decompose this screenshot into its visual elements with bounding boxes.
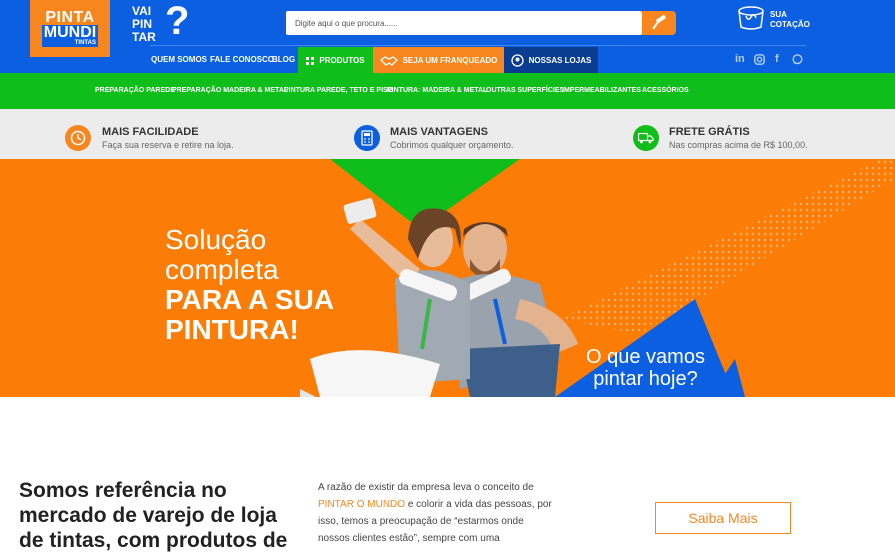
category-item[interactable]: PREPARAÇÃO PAREDE xyxy=(95,87,175,94)
nav-lojas-label: NOSSAS LOJAS xyxy=(528,56,592,65)
nav-blog[interactable]: BLOG xyxy=(272,55,295,64)
truck-icon xyxy=(633,125,659,151)
feature-title: MAIS VANTAGENS xyxy=(390,126,488,138)
feature-subtitle: Cobrimos qualquer orçamento. xyxy=(390,140,514,150)
quote-link[interactable]: SUA COTAÇÃO xyxy=(737,5,817,35)
about-text-start: A razão de existir da empresa leva o con… xyxy=(318,482,534,493)
category-item[interactable]: PINTURA PAREDE, TETO E PISO xyxy=(284,87,393,94)
saiba-mais-button[interactable]: Saiba Mais xyxy=(655,502,791,534)
grid-icon xyxy=(306,56,315,65)
paint-roller-icon xyxy=(652,15,666,30)
logo-line2: MUNDI xyxy=(41,24,99,41)
handshake-icon xyxy=(379,55,398,66)
header: PINTA MUNDI TINTAS VAI PIN TAR ? Digite … xyxy=(0,0,895,74)
nav-franqueado[interactable]: SEJA UM FRANQUEADO xyxy=(373,47,504,74)
search-input[interactable]: Digite aqui o que procura...... xyxy=(286,11,642,35)
quote-label-line2: COTAÇÃO xyxy=(770,20,810,29)
nav-lojas[interactable]: NOSSAS LOJAS xyxy=(504,47,598,74)
vai-pintar-word3: TAR xyxy=(132,30,156,44)
linkedin-icon[interactable]: in xyxy=(735,53,745,65)
about-highlight: PINTAR O MUNDO xyxy=(318,499,406,510)
hero-cta[interactable]: O que vamos pintar hoje? xyxy=(586,346,705,390)
nav-produtos[interactable]: PRODUTOS xyxy=(298,47,373,74)
calculator-icon xyxy=(354,125,380,151)
vai-pintar-word2: PIN xyxy=(132,17,153,31)
feature-subtitle: Nas compras acima de R$ 100,00. xyxy=(669,140,808,150)
hero-line1: Solução xyxy=(165,224,267,255)
feature-title: FRETE GRÁTIS xyxy=(669,126,750,138)
nav-fale-conosco[interactable]: FALE CONOSCO xyxy=(210,55,274,64)
hero-line2: completa xyxy=(165,254,279,285)
header-divider xyxy=(150,45,806,46)
vai-pintar-logo[interactable]: VAI PIN TAR ? xyxy=(132,1,192,45)
nav-produtos-label: PRODUTOS xyxy=(319,56,365,65)
whatsapp-icon[interactable] xyxy=(792,54,803,65)
about-title: Somos referência no mercado de varejo de… xyxy=(19,479,288,552)
store-pin-icon xyxy=(511,54,524,67)
category-item[interactable]: ACESSÓRIOS xyxy=(642,87,689,94)
feature-title: MAIS FACILIDADE xyxy=(102,126,199,138)
category-item[interactable]: PINTURA: MADEIRA & METAL xyxy=(387,87,487,94)
feature-subtitle: Faça sua reserva e retire na loja. xyxy=(102,140,234,150)
couple-illustration xyxy=(300,198,578,397)
features-bar: MAIS FACILIDADE Faça sua reserva e retir… xyxy=(0,109,895,159)
hero-graphic xyxy=(300,159,895,397)
category-item[interactable]: IMPERMEABILIZANTES xyxy=(562,87,641,94)
vai-pintar-question: ? xyxy=(165,0,190,43)
nav-franqueado-label: SEJA UM FRANQUEADO xyxy=(402,56,498,65)
category-item[interactable]: OUTRAS SUPERFÍCIES xyxy=(486,87,564,94)
hero-headline: Solução completa PARA A SUA PINTURA! xyxy=(165,225,334,345)
clock-icon xyxy=(65,125,91,151)
logo-line1: PINTA xyxy=(45,9,95,26)
search-button[interactable] xyxy=(642,11,676,35)
vai-pintar-word1: VAI xyxy=(132,4,152,18)
hero-line4: PINTURA! xyxy=(165,314,299,345)
category-item[interactable]: PREPARAÇÃO MADEIRA & METAL xyxy=(172,87,288,94)
category-bar: PREPARAÇÃO PAREDE PREPARAÇÃO MADEIRA & M… xyxy=(0,73,895,109)
logo-line3: TINTAS xyxy=(42,40,98,47)
logo[interactable]: PINTA MUNDI TINTAS xyxy=(30,0,110,57)
nav-quem-somos[interactable]: QUEM SOMOS xyxy=(151,55,207,64)
quote-label: SUA COTAÇÃO xyxy=(770,10,810,30)
quote-label-line1: SUA xyxy=(770,10,787,19)
paint-bucket-icon xyxy=(738,6,764,30)
about-text: A razão de existir da empresa leva o con… xyxy=(318,479,558,547)
hero-cta-line1: O que vamos xyxy=(586,346,705,368)
facebook-icon[interactable]: f xyxy=(775,53,779,65)
hero-cta-line2: pintar hoje? xyxy=(593,368,698,390)
hero-banner[interactable]: Solução completa PARA A SUA PINTURA! O q… xyxy=(0,159,895,397)
instagram-icon[interactable] xyxy=(754,54,765,65)
hero-line3: PARA A SUA xyxy=(165,284,335,315)
